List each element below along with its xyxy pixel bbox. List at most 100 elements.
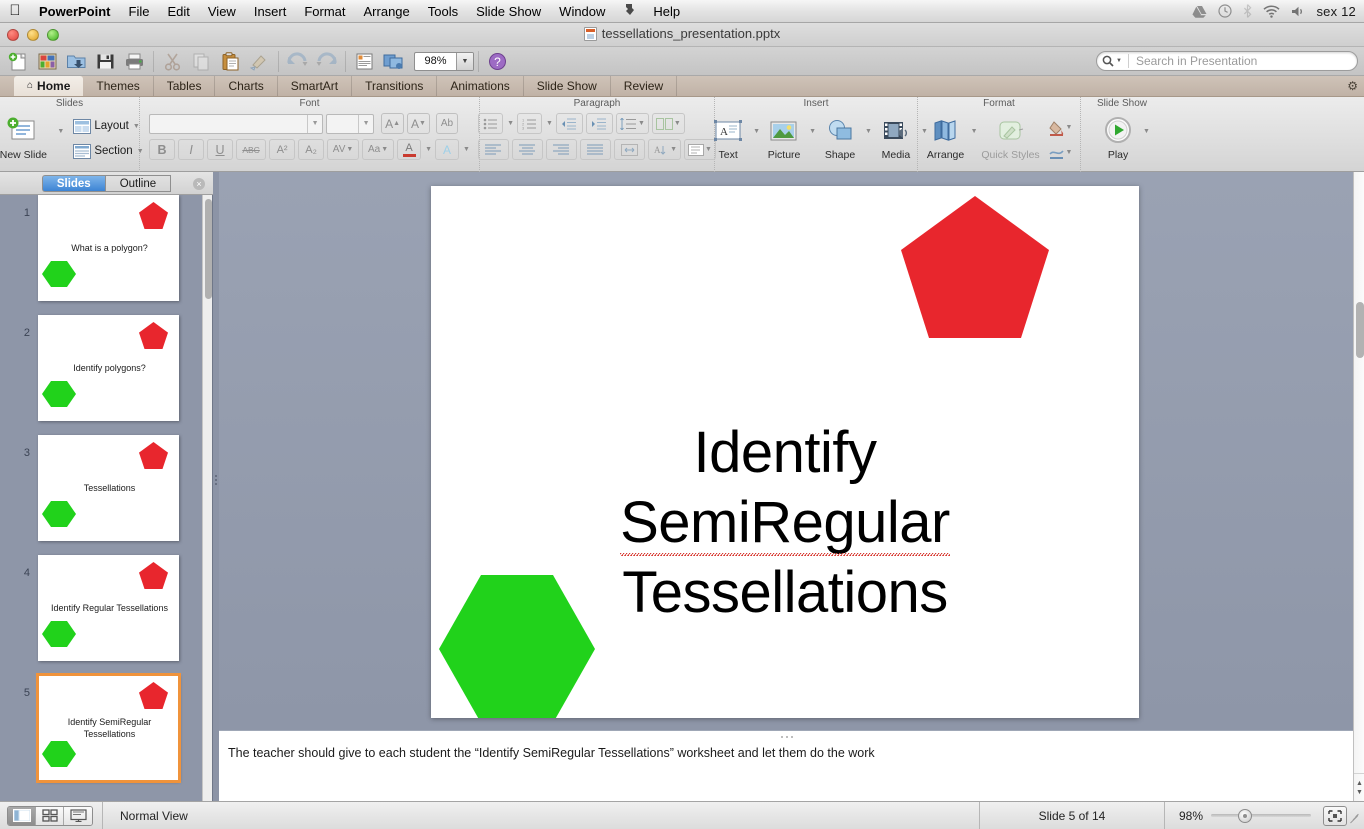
hexagon-shape[interactable]	[437, 573, 597, 718]
paste-icon[interactable]	[216, 49, 245, 74]
play-dropdown-icon[interactable]: ▼	[1143, 128, 1150, 135]
menu-slide-show[interactable]: Slide Show	[467, 0, 550, 23]
shape-line-button[interactable]: ▼	[1044, 142, 1077, 163]
time-machine-icon[interactable]	[1218, 4, 1232, 18]
character-spacing-button[interactable]: AV▼	[327, 139, 359, 160]
scroll-up-icon[interactable]: ▲	[1356, 780, 1363, 787]
layout-dropdown-icon[interactable]: ▼	[133, 123, 140, 130]
tab-transitions[interactable]: Transitions	[352, 76, 437, 96]
menu-powerpoint[interactable]: PowerPoint	[30, 0, 120, 23]
new-slide-dropdown-icon[interactable]: ▼	[57, 128, 64, 135]
shape-fill-button[interactable]: ▼	[1044, 117, 1077, 138]
main-vertical-scrollbar[interactable]: ▲ ▼	[1353, 172, 1364, 801]
text-effects-dropdown-icon[interactable]: ▼	[463, 146, 470, 153]
arrange-button[interactable]: Arrange	[922, 112, 970, 161]
redo-icon[interactable]	[312, 49, 341, 74]
zoom-slider-knob[interactable]	[1238, 809, 1252, 823]
wifi-icon[interactable]	[1263, 5, 1280, 18]
search-input[interactable]: ▼ Search in Presentation	[1096, 51, 1358, 71]
insert-text-dropdown-icon[interactable]: ▼	[753, 128, 760, 135]
font-name-dropdown-icon[interactable]: ▼	[307, 115, 322, 133]
numbering-dropdown-icon[interactable]: ▼	[546, 120, 553, 127]
main-scroll-thumb[interactable]	[1356, 302, 1364, 358]
menu-window[interactable]: Window	[550, 0, 614, 23]
line-spacing-button[interactable]: ▼	[616, 113, 649, 134]
grow-font-button[interactable]: A▲	[381, 113, 404, 134]
new-presentation-icon[interactable]	[4, 49, 33, 74]
new-slide-button[interactable]: New Slide	[0, 112, 54, 161]
arrange-dropdown-icon[interactable]: ▼	[971, 128, 978, 135]
tab-outline[interactable]: Outline	[105, 175, 171, 192]
strikethrough-button[interactable]: ABC	[236, 139, 266, 160]
section-button[interactable]: Section ▼	[70, 140, 146, 162]
tab-slide-show[interactable]: Slide Show	[524, 76, 611, 96]
slide-thumbnail-2[interactable]: 2 Identify polygons?	[0, 315, 203, 435]
increase-indent-button[interactable]	[586, 113, 613, 134]
slide-thumbnail-5[interactable]: 5 Identify SemiRegular Tessellations	[0, 675, 203, 795]
text-effects-button[interactable]: A	[435, 139, 459, 160]
open-icon[interactable]	[62, 49, 91, 74]
toolbar-zoom-control[interactable]: 98% ▼	[414, 52, 474, 71]
columns-button[interactable]: ▼	[652, 113, 685, 134]
font-size-dropdown-icon[interactable]: ▼	[358, 115, 373, 133]
insert-text-button[interactable]: A Text	[704, 112, 752, 161]
slide-thumbnail-1[interactable]: 1 What is a polygon?	[0, 195, 203, 315]
presenter-view-button[interactable]	[64, 807, 92, 825]
menu-edit[interactable]: Edit	[158, 0, 198, 23]
undo-icon[interactable]	[283, 49, 312, 74]
toolbar-zoom-value[interactable]: 98%	[415, 53, 456, 70]
window-resize-grip[interactable]	[1347, 809, 1361, 823]
justify-button[interactable]	[580, 139, 611, 160]
insert-shape-button[interactable]: Shape	[816, 112, 864, 161]
menubar-clock[interactable]: sex 12	[1316, 4, 1356, 19]
search-placeholder[interactable]: Search in Presentation	[1128, 54, 1351, 68]
zoom-slider-track[interactable]	[1211, 814, 1311, 817]
thumbnail-canvas[interactable]: Tessellations	[38, 435, 179, 541]
bluetooth-icon[interactable]	[1243, 4, 1252, 18]
tab-animations[interactable]: Animations	[437, 76, 523, 96]
tab-charts[interactable]: Charts	[215, 76, 277, 96]
tab-themes[interactable]: Themes	[83, 76, 153, 96]
tab-tables[interactable]: Tables	[154, 76, 216, 96]
subscript-button[interactable]: A₂	[298, 139, 324, 160]
close-pane-icon[interactable]: ×	[193, 178, 205, 190]
insert-shape-dropdown-icon[interactable]: ▼	[865, 128, 872, 135]
quick-styles-button[interactable]: Quick Styles	[978, 112, 1044, 161]
slide-thumbnail-4[interactable]: 4 Identify Regular Tessellations	[0, 555, 203, 675]
decrease-indent-button[interactable]	[556, 113, 583, 134]
speaker-notes-pane[interactable]: The teacher should give to each student …	[219, 730, 1354, 801]
bold-button[interactable]: B	[149, 139, 175, 160]
align-left-button[interactable]	[478, 139, 509, 160]
format-painter-icon[interactable]	[245, 49, 274, 74]
menu-tools[interactable]: Tools	[419, 0, 467, 23]
thumbnail-canvas-selected[interactable]: Identify SemiRegular Tessellations	[38, 675, 179, 781]
help-icon[interactable]: ?	[483, 49, 512, 74]
layout-button[interactable]: Layout ▼	[70, 115, 146, 137]
tab-home[interactable]: ⌂ Home	[14, 76, 83, 96]
tab-slides[interactable]: Slides	[42, 175, 105, 192]
apple-logo-icon[interactable]: 	[0, 3, 30, 20]
menu-script-icon[interactable]	[614, 0, 644, 23]
slide-canvas[interactable]: Identify SemiRegular Tessellations	[431, 186, 1139, 718]
fit-to-window-button[interactable]	[1323, 806, 1347, 826]
insert-picture-dropdown-icon[interactable]: ▼	[809, 128, 816, 135]
insert-media-icon[interactable]	[379, 49, 408, 74]
zoom-slider[interactable]	[1211, 806, 1311, 826]
notes-text[interactable]: The teacher should give to each student …	[228, 745, 1345, 762]
copy-icon[interactable]	[187, 49, 216, 74]
menu-file[interactable]: File	[120, 0, 159, 23]
font-color-dropdown-icon[interactable]: ▼	[425, 146, 432, 153]
slide-pane-scroll-thumb[interactable]	[205, 199, 212, 299]
text-direction-button[interactable]: A ▼	[648, 139, 681, 160]
font-size-input[interactable]: ▼	[326, 114, 374, 134]
play-button[interactable]: Play	[1094, 112, 1142, 161]
search-icon[interactable]: ▼	[1102, 55, 1122, 67]
italic-button[interactable]: I	[178, 139, 204, 160]
font-name-input[interactable]: ▼	[149, 114, 323, 134]
cut-icon[interactable]	[158, 49, 187, 74]
slide-sorter-button[interactable]	[36, 807, 64, 825]
bullets-button[interactable]	[478, 113, 503, 134]
align-center-button[interactable]	[512, 139, 543, 160]
scroll-arrows[interactable]: ▲ ▼	[1354, 773, 1364, 801]
align-text-button[interactable]	[614, 139, 645, 160]
